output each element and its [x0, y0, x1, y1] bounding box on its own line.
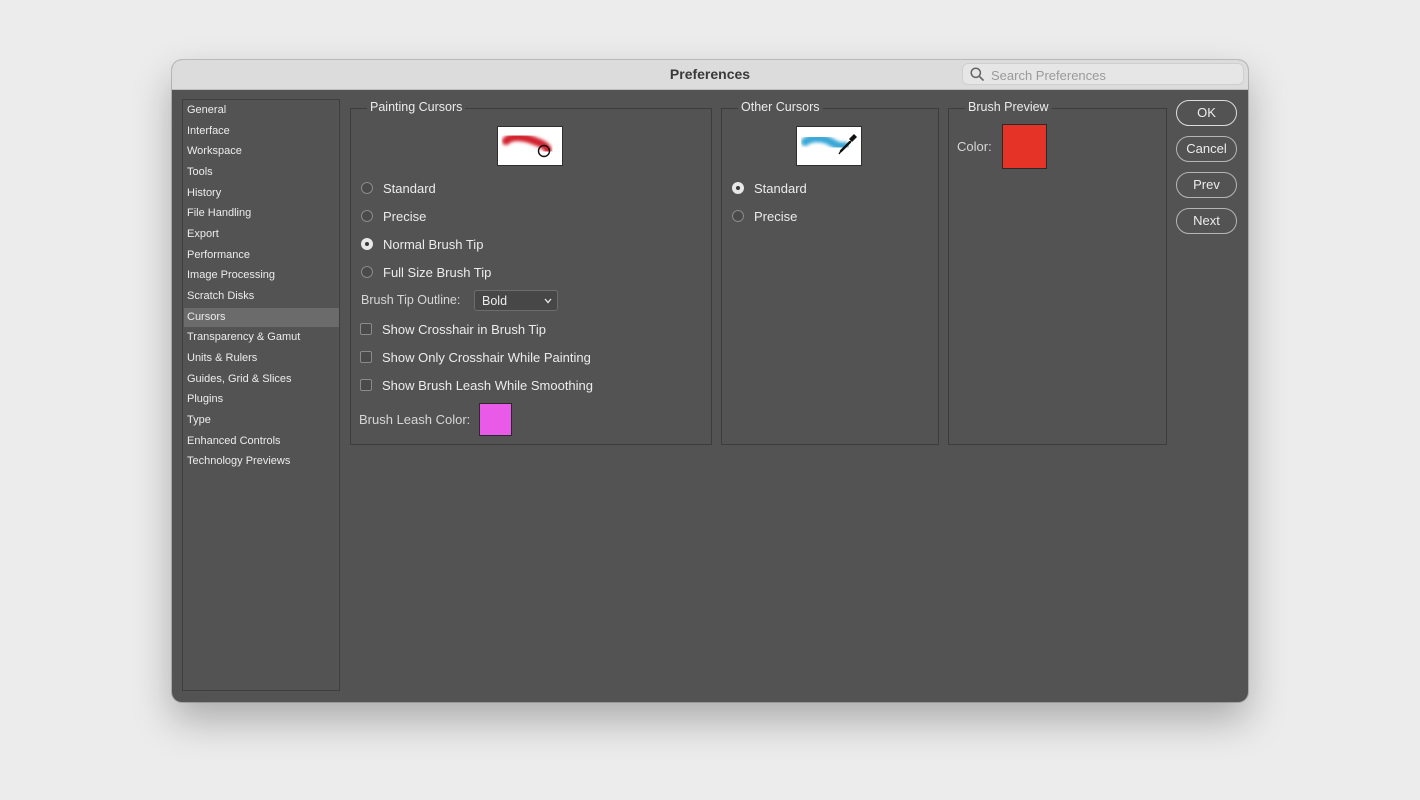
painting-standard-option[interactable]: Standard — [361, 179, 436, 197]
brush-tip-outline-value: Bold — [482, 294, 508, 308]
sidebar-item-workspace[interactable]: Workspace — [184, 142, 339, 161]
painting-full-size-brush-tip-label: Full Size Brush Tip — [383, 264, 492, 280]
other-precise-option[interactable]: Precise — [732, 207, 797, 225]
brush-preview-group: Brush Preview Color: — [948, 100, 1167, 445]
sidebar-item-general[interactable]: General — [184, 101, 339, 120]
sidebar-item-image-processing[interactable]: Image Processing — [184, 266, 339, 285]
other-standard-option[interactable]: Standard — [732, 179, 807, 197]
painting-cursors-title: Painting Cursors — [367, 100, 466, 114]
next-button[interactable]: Next — [1176, 208, 1237, 234]
sidebar-item-enhanced-controls[interactable]: Enhanced Controls — [184, 432, 339, 451]
show-crosshair-label: Show Crosshair in Brush Tip — [382, 321, 547, 337]
painting-cursors-group: Painting Cursors Standard Precise Normal… — [350, 100, 712, 445]
other-precise-radio[interactable] — [732, 210, 744, 222]
other-cursor-preview — [796, 126, 862, 166]
eyedropper-preview-icon — [801, 134, 857, 155]
painting-standard-label: Standard — [383, 180, 436, 196]
show-crosshair-option[interactable]: Show Crosshair in Brush Tip — [360, 320, 546, 338]
painting-normal-brush-tip-option[interactable]: Normal Brush Tip — [361, 235, 483, 253]
sidebar-item-cursors[interactable]: Cursors — [184, 308, 339, 327]
sidebar-item-transparency-gamut[interactable]: Transparency & Gamut — [184, 328, 339, 347]
sidebar-item-type[interactable]: Type — [184, 411, 339, 430]
sidebar-item-guides-grid-slices[interactable]: Guides, Grid & Slices — [184, 370, 339, 389]
brush-tip-outline-label: Brush Tip Outline: — [361, 293, 461, 307]
sidebar-item-tools[interactable]: Tools — [184, 163, 339, 182]
brush-preview-color-label: Color: — [957, 139, 992, 154]
painting-normal-brush-tip-radio[interactable] — [361, 238, 373, 250]
painting-precise-option[interactable]: Precise — [361, 207, 426, 225]
brush-stroke-preview-icon — [502, 133, 552, 158]
search-input[interactable] — [989, 66, 1238, 84]
other-standard-radio[interactable] — [732, 182, 744, 194]
sidebar-item-history[interactable]: History — [184, 184, 339, 203]
painting-standard-radio[interactable] — [361, 182, 373, 194]
painting-normal-brush-tip-label: Normal Brush Tip — [383, 236, 484, 252]
painting-full-size-brush-tip-option[interactable]: Full Size Brush Tip — [361, 263, 491, 281]
sidebar-item-units-rulers[interactable]: Units & Rulers — [184, 349, 339, 368]
show-brush-leash-checkbox[interactable] — [360, 379, 372, 391]
show-brush-leash-option[interactable]: Show Brush Leash While Smoothing — [360, 376, 593, 394]
other-standard-label: Standard — [754, 180, 807, 196]
sidebar: General Interface Workspace Tools Histor… — [182, 99, 340, 691]
brush-leash-color-label: Brush Leash Color: — [359, 412, 471, 427]
chevron-down-icon — [544, 298, 552, 304]
other-cursors-group: Other Cursors Standard Precise — [721, 100, 939, 445]
painting-precise-radio[interactable] — [361, 210, 373, 222]
search-icon — [970, 67, 984, 81]
sidebar-item-interface[interactable]: Interface — [184, 122, 339, 141]
brush-leash-color-swatch[interactable] — [479, 403, 512, 436]
cancel-button[interactable]: Cancel — [1176, 136, 1237, 162]
show-only-crosshair-option[interactable]: Show Only Crosshair While Painting — [360, 348, 591, 366]
show-crosshair-checkbox[interactable] — [360, 323, 372, 335]
show-only-crosshair-checkbox[interactable] — [360, 351, 372, 363]
title-bar: Preferences — [172, 60, 1248, 90]
painting-precise-label: Precise — [383, 208, 427, 224]
sidebar-item-scratch-disks[interactable]: Scratch Disks — [184, 287, 339, 306]
sidebar-item-technology-previews[interactable]: Technology Previews — [184, 452, 339, 471]
sidebar-item-performance[interactable]: Performance — [184, 246, 339, 265]
other-cursors-title: Other Cursors — [738, 100, 823, 114]
sidebar-item-export[interactable]: Export — [184, 225, 339, 244]
ok-button[interactable]: OK — [1176, 100, 1237, 126]
show-only-crosshair-label: Show Only Crosshair While Painting — [382, 349, 591, 365]
sidebar-item-plugins[interactable]: Plugins — [184, 390, 339, 409]
show-brush-leash-label: Show Brush Leash While Smoothing — [382, 377, 594, 393]
painting-cursor-preview — [497, 126, 563, 166]
brush-tip-outline-select[interactable]: Bold — [474, 290, 558, 311]
brush-preview-title: Brush Preview — [965, 100, 1052, 114]
sidebar-item-file-handling[interactable]: File Handling — [184, 204, 339, 223]
search-box[interactable] — [962, 63, 1244, 85]
preferences-dialog: Preferences General Interface Workspace … — [172, 60, 1248, 702]
other-precise-label: Precise — [754, 208, 798, 224]
brush-preview-color-swatch[interactable] — [1002, 124, 1047, 169]
painting-full-size-brush-tip-radio[interactable] — [361, 266, 373, 278]
prev-button[interactable]: Prev — [1176, 172, 1237, 198]
